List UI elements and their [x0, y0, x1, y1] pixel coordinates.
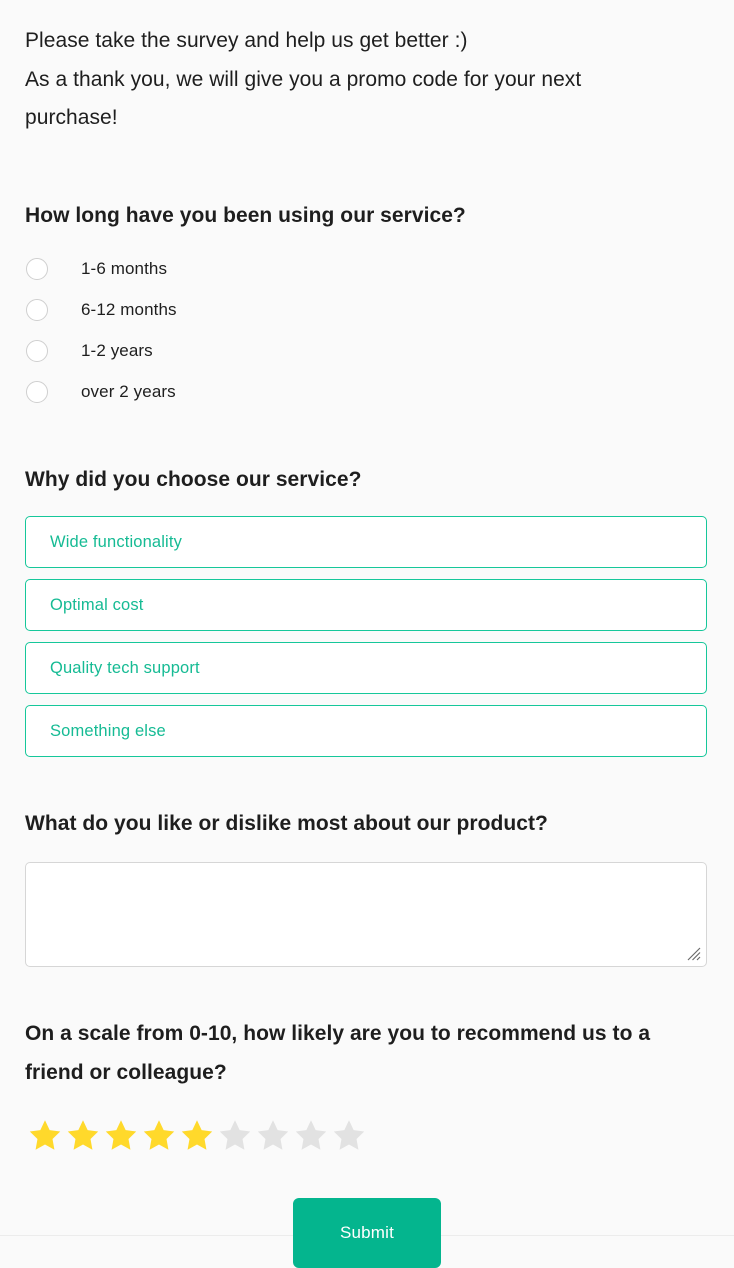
- star-empty-icon[interactable]: [254, 1116, 292, 1154]
- radio-option-label: 1-2 years: [81, 341, 153, 360]
- feedback-textarea-wrapper: [25, 861, 707, 967]
- intro-line-1: Please take the survey and help us get b…: [25, 29, 468, 52]
- option-button-wide-functionality[interactable]: Wide functionality: [25, 515, 707, 568]
- radio-circle-icon[interactable]: [26, 258, 48, 280]
- star-filled-icon[interactable]: [102, 1116, 140, 1154]
- option-button-something-else[interactable]: Something else: [25, 704, 707, 757]
- star-filled-icon[interactable]: [64, 1116, 102, 1154]
- radio-option-1[interactable]: 1-6 months: [25, 249, 709, 290]
- submit-button[interactable]: Submit: [293, 1197, 441, 1268]
- radio-circle-icon[interactable]: [26, 340, 48, 362]
- option-button-quality-tech-support[interactable]: Quality tech support: [25, 641, 707, 694]
- option-button-optimal-cost[interactable]: Optimal cost: [25, 578, 707, 631]
- radio-option-label: over 2 years: [81, 382, 176, 401]
- intro-line-2: As a thank you, we will give you a promo…: [25, 67, 582, 130]
- star-empty-icon[interactable]: [330, 1116, 368, 1154]
- question-choose-reason: Why did you choose our service?: [25, 467, 362, 491]
- radio-circle-icon[interactable]: [26, 381, 48, 403]
- survey-page: Please take the survey and help us get b…: [0, 0, 734, 1268]
- radio-option-label: 6-12 months: [81, 300, 177, 319]
- feedback-textarea[interactable]: [25, 861, 707, 967]
- question-service-length: How long have you been using our service…: [25, 203, 466, 227]
- radio-option-4[interactable]: over 2 years: [25, 372, 709, 413]
- radio-circle-icon[interactable]: [26, 299, 48, 321]
- star-empty-icon[interactable]: [292, 1116, 330, 1154]
- submit-row: Submit: [25, 1197, 709, 1268]
- radio-option-3[interactable]: 1-2 years: [25, 331, 709, 372]
- star-empty-icon[interactable]: [216, 1116, 254, 1154]
- radio-option-label: 1-6 months: [81, 259, 168, 278]
- star-rating[interactable]: [26, 1116, 709, 1154]
- radio-option-2[interactable]: 6-12 months: [25, 290, 709, 331]
- option-button-group: Wide functionality Optimal cost Quality …: [25, 515, 709, 757]
- radio-group-service-length: 1-6 months 6-12 months 1-2 years over 2 …: [25, 249, 709, 413]
- star-filled-icon[interactable]: [26, 1116, 64, 1154]
- question-recommend: On a scale from 0-10, how likely are you…: [25, 1021, 651, 1084]
- star-filled-icon[interactable]: [140, 1116, 178, 1154]
- question-free-text: What do you like or dislike most about o…: [25, 811, 548, 835]
- star-filled-icon[interactable]: [178, 1116, 216, 1154]
